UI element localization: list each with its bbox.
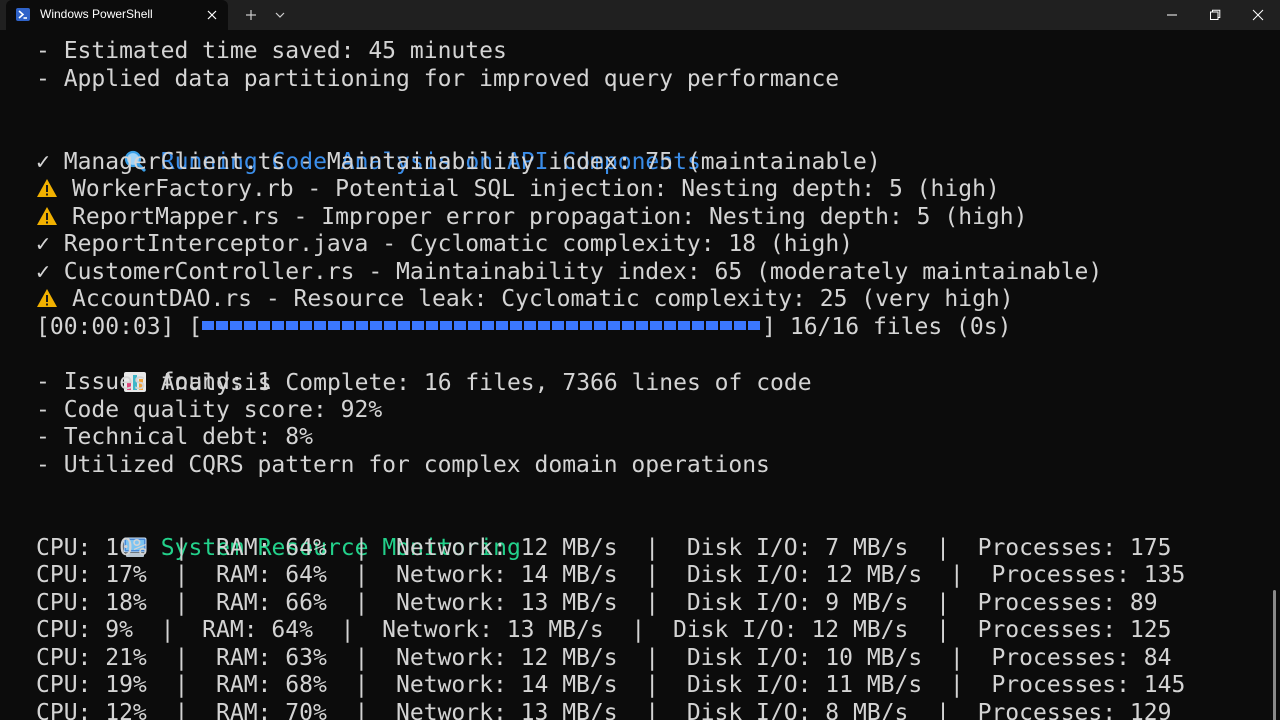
result-line: ✓ ReportInterceptor.java - Cyclomatic co… <box>36 230 853 258</box>
window-close-icon <box>1252 9 1264 21</box>
warning-icon <box>37 207 57 225</box>
plus-icon <box>246 10 256 20</box>
progress-line: [00:00:03] [ ] 16/16 files (0s) <box>36 313 1011 341</box>
monitor-row: CPU: 10% | RAM: 64% | Network: 12 MB/s |… <box>36 535 1172 561</box>
result-text: ReportInterceptor.java - Cyclomatic comp… <box>63 231 854 257</box>
progress-status: ] 16/16 files (0s) <box>762 314 1012 340</box>
new-tab-button[interactable] <box>241 5 261 25</box>
result-text: WorkerFactory.rb - Potential SQL injecti… <box>72 176 1000 202</box>
vertical-scrollbar[interactable] <box>1270 30 1280 720</box>
check-mark: ✓ <box>36 259 50 285</box>
close-icon <box>207 10 217 20</box>
tab-title: Windows PowerShell <box>40 7 153 21</box>
detail-line: - Issues found: 1 <box>36 369 272 395</box>
tab-dropdown-button[interactable] <box>270 5 290 25</box>
output-line: - Estimated time saved: 45 minutes <box>36 38 507 64</box>
monitor-row: CPU: 19% | RAM: 68% | Network: 14 MB/s |… <box>36 672 1186 698</box>
maximize-icon <box>1210 9 1221 20</box>
result-line: AccountDAO.rs - Resource leak: Cyclomati… <box>36 285 1014 313</box>
result-text: ManagerClient.ts - Maintainability index… <box>63 149 881 175</box>
maximize-button[interactable] <box>1193 0 1237 30</box>
monitor-row: CPU: 21% | RAM: 63% | Network: 12 MB/s |… <box>36 645 1172 671</box>
monitor-row: CPU: 18% | RAM: 66% | Network: 13 MB/s |… <box>36 590 1158 616</box>
result-line: WorkerFactory.rb - Potential SQL injecti… <box>36 175 1000 203</box>
monitor-heading-line: System Resource Monitoring <box>12 506 521 561</box>
powershell-icon <box>16 8 30 21</box>
progress-bar <box>202 321 763 330</box>
warning-icon <box>37 179 57 197</box>
monitor-row: CPU: 17% | RAM: 64% | Network: 14 MB/s |… <box>36 562 1186 588</box>
minimize-icon <box>1167 14 1177 16</box>
warning-icon <box>37 289 57 307</box>
detail-line: - Utilized CQRS pattern for complex doma… <box>36 452 770 478</box>
result-line: ✓ ManagerClient.ts - Maintainability ind… <box>36 148 881 176</box>
scrollbar-thumb[interactable] <box>1273 590 1276 720</box>
result-text: ReportMapper.rs - Improper error propaga… <box>72 204 1028 230</box>
summary-line: Analysis Complete: 16 files, 7366 lines … <box>12 341 812 396</box>
chevron-down-icon <box>275 12 285 18</box>
progress-time: [00:00:03] [ <box>36 314 203 340</box>
check-mark: ✓ <box>36 149 50 175</box>
powershell-window: Windows PowerShell - Estimated time save… <box>0 0 1280 720</box>
terminal-output[interactable]: - Estimated time saved: 45 minutes - App… <box>0 30 1268 720</box>
window-close-button[interactable] <box>1236 0 1280 30</box>
result-line: ReportMapper.rs - Improper error propaga… <box>36 203 1027 231</box>
title-bar: Windows PowerShell <box>0 0 1280 30</box>
detail-line: - Technical debt: 8% <box>36 424 313 450</box>
analysis-heading-line: Running Code Analysis on API Components <box>12 120 701 175</box>
result-text: AccountDAO.rs - Resource leak: Cyclomati… <box>72 286 1014 312</box>
check-mark: ✓ <box>36 231 50 257</box>
minimize-button[interactable] <box>1150 0 1194 30</box>
detail-line: - Code quality score: 92% <box>36 397 383 423</box>
tab-windows-powershell[interactable]: Windows PowerShell <box>6 0 228 30</box>
result-text: CustomerController.rs - Maintainability … <box>63 259 1103 285</box>
result-line: ✓ CustomerController.rs - Maintainabilit… <box>36 258 1102 286</box>
output-line: - Applied data partitioning for improved… <box>36 66 840 92</box>
monitor-row: CPU: 9% | RAM: 64% | Network: 13 MB/s | … <box>36 617 1172 643</box>
close-tab-button[interactable] <box>202 5 222 25</box>
monitor-row: CPU: 12% | RAM: 70% | Network: 13 MB/s |… <box>36 700 1172 720</box>
